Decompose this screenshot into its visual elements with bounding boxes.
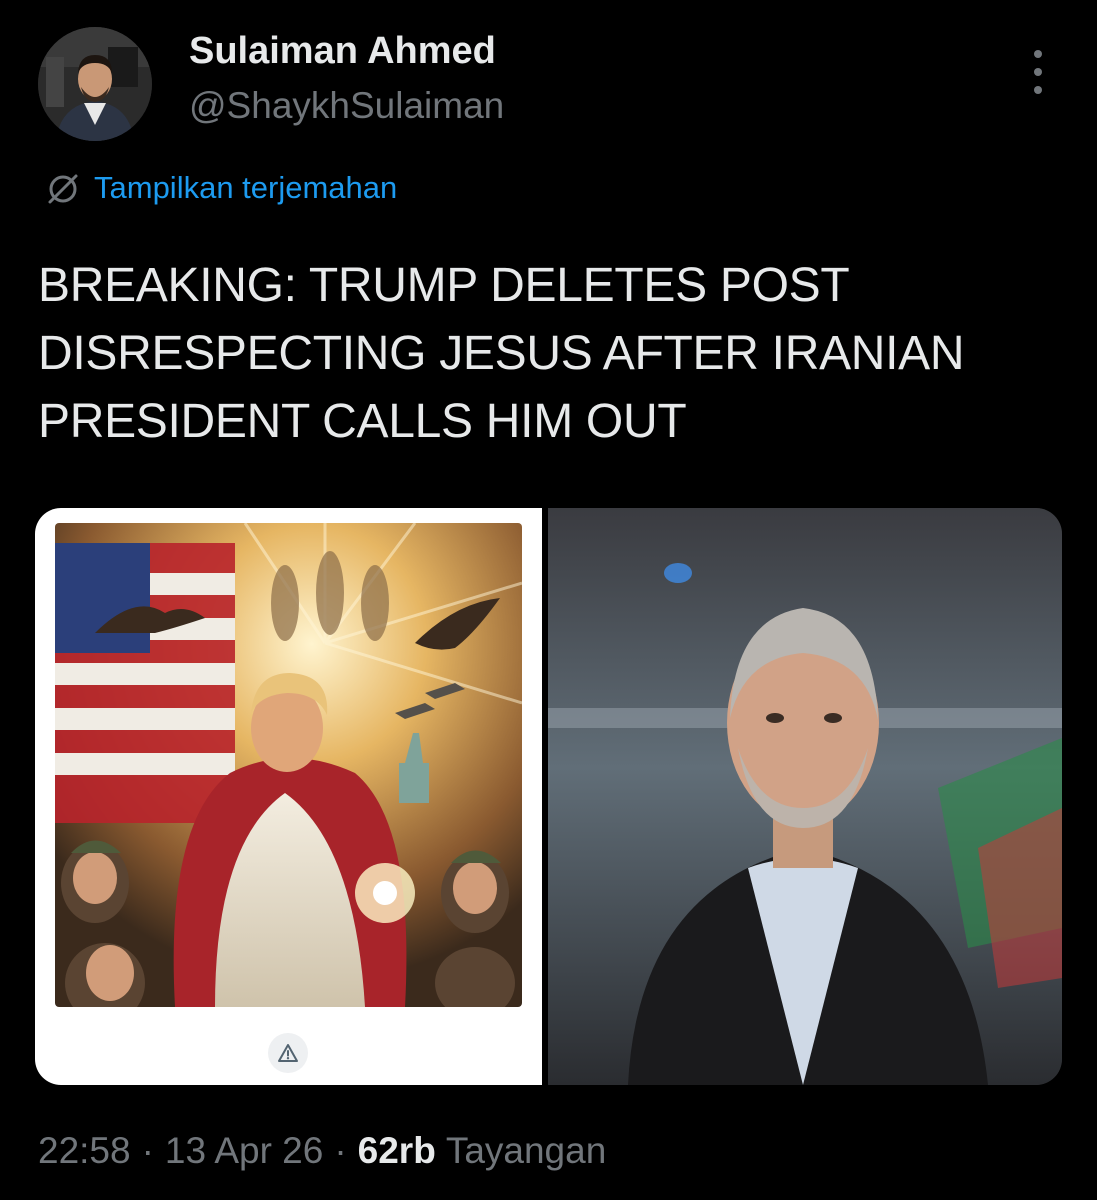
avatar-photo bbox=[38, 27, 152, 141]
avatar[interactable] bbox=[38, 27, 152, 141]
more-dot-icon bbox=[1034, 68, 1042, 76]
author-name[interactable]: Sulaiman Ahmed bbox=[189, 30, 496, 73]
media-image-left[interactable] bbox=[35, 508, 542, 1085]
globe-slash-icon bbox=[48, 174, 78, 204]
show-translation-label: Tampilkan terjemahan bbox=[94, 170, 398, 205]
author-handle[interactable]: @ShaykhSulaiman bbox=[189, 85, 504, 127]
painting-image bbox=[55, 523, 522, 1007]
views-label[interactable]: Tayangan bbox=[446, 1130, 606, 1172]
tweet-meta: 22:58 · 13 Apr 26 · 62rb Tayangan bbox=[38, 1130, 606, 1172]
media-image-right[interactable] bbox=[548, 508, 1062, 1085]
meta-separator: · bbox=[141, 1130, 154, 1171]
tweet-text: BREAKING: TRUMP DELETES POST DISRESPECTI… bbox=[38, 259, 965, 448]
media-grid bbox=[35, 508, 1062, 1085]
tweet-time[interactable]: 22:58 bbox=[38, 1130, 131, 1172]
more-dot-icon bbox=[1034, 86, 1042, 94]
more-options-button[interactable] bbox=[1018, 50, 1058, 94]
meta-separator: · bbox=[334, 1130, 347, 1171]
views-count[interactable]: 62rb bbox=[358, 1130, 436, 1172]
more-dot-icon bbox=[1034, 50, 1042, 58]
show-translation-link[interactable]: Tampilkan terjemahan bbox=[46, 170, 397, 206]
tweet-date[interactable]: 13 Apr 26 bbox=[165, 1130, 323, 1172]
warning-icon[interactable] bbox=[268, 1033, 308, 1073]
portrait-photo bbox=[548, 508, 1062, 1085]
